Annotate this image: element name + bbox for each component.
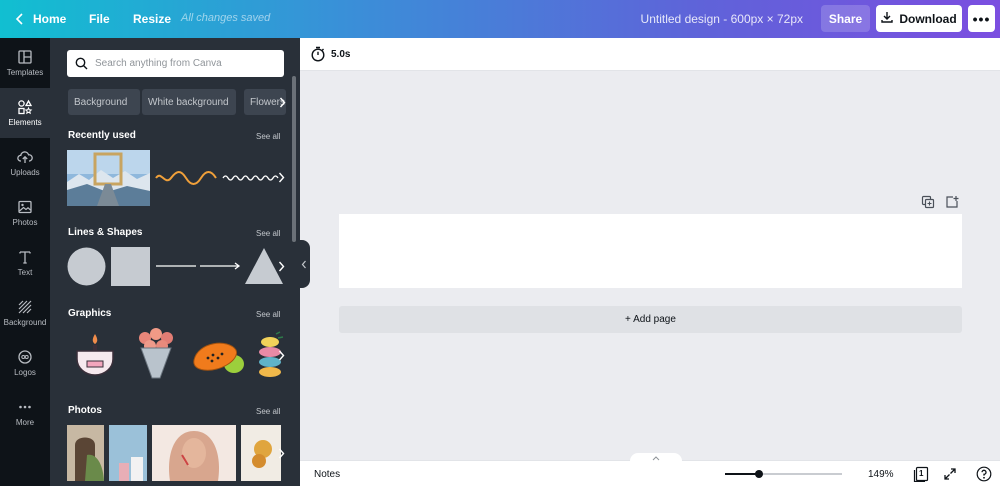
collapse-panel-button[interactable] [298, 240, 310, 288]
photo-thumbnail-blue-wall[interactable] [109, 425, 147, 481]
recent-photo-frame-thumbnail[interactable] [67, 150, 150, 206]
chip-background[interactable]: Background [68, 89, 140, 115]
rail-item-text[interactable]: Text [0, 238, 50, 288]
section-title-recently-used: Recently used [68, 130, 136, 141]
search-box[interactable] [67, 50, 284, 77]
more-options-button[interactable]: ••• [968, 5, 995, 32]
arrow-line-shape[interactable] [200, 261, 242, 271]
rail-item-templates[interactable]: Templates [0, 38, 50, 88]
papaya-graphic[interactable] [190, 336, 246, 376]
section-title-photos: Photos [68, 405, 102, 416]
chip-white-background[interactable]: White background [142, 89, 236, 115]
templates-icon [18, 50, 32, 64]
rail-label-templates: Templates [6, 68, 44, 77]
zoom-slider[interactable] [725, 470, 842, 478]
chevron-right-icon[interactable] [274, 258, 288, 274]
download-label: Download [899, 11, 957, 26]
add-page-icon[interactable] [945, 195, 959, 209]
editor-footer: Notes 149% 1 [300, 453, 1000, 486]
help-icon[interactable] [976, 466, 992, 482]
page-count-button[interactable]: 1 [913, 466, 929, 482]
image-icon [18, 200, 32, 214]
file-menu[interactable]: File [89, 12, 110, 26]
section-title-lines-shapes: Lines & Shapes [68, 227, 143, 238]
chevron-left-icon [301, 260, 306, 268]
save-status: All changes saved [181, 12, 271, 24]
page-count: 1 [919, 469, 924, 478]
section-title-graphics: Graphics [68, 308, 112, 319]
see-all-photos[interactable]: See all [256, 407, 280, 416]
photo-thumbnail-woman-plant[interactable] [67, 425, 104, 481]
chevron-right-icon[interactable] [274, 347, 288, 363]
see-all-lines-shapes[interactable]: See all [256, 229, 280, 238]
design-page-canvas[interactable] [339, 214, 962, 288]
line-shape[interactable] [156, 264, 196, 268]
rail-label-elements: Elements [8, 118, 42, 127]
rail-item-more[interactable]: More [0, 388, 50, 438]
text-icon [19, 251, 31, 264]
duplicate-page-icon[interactable] [921, 195, 935, 209]
rail-label-text: Text [17, 268, 33, 277]
recent-orange-squiggle[interactable] [155, 168, 217, 188]
logo-badge-icon [18, 350, 32, 364]
chevron-right-icon[interactable] [274, 169, 288, 185]
resize-button[interactable]: Resize [133, 12, 171, 26]
add-page-button[interactable]: + Add page [339, 306, 962, 333]
search-input[interactable] [95, 58, 275, 69]
top-bar: Home File Resize All changes saved Untit… [0, 0, 1000, 38]
rail-label-more: More [15, 418, 35, 427]
rail-label-logos: Logos [14, 368, 36, 377]
zoom-slider-fill [725, 473, 759, 475]
rail-item-background[interactable]: Background [0, 288, 50, 338]
rail-label-background: Background [3, 318, 47, 327]
rail-item-logos[interactable]: Logos [0, 338, 50, 388]
hatch-icon [18, 300, 32, 314]
square-shape[interactable] [111, 247, 150, 286]
rail-item-photos[interactable]: Photos [0, 188, 50, 238]
chevron-right-icon[interactable] [275, 94, 289, 110]
duration-value[interactable]: 5.0s [331, 49, 350, 60]
chevron-up-icon [652, 455, 660, 460]
flower-bouquet-graphic[interactable] [133, 326, 179, 382]
timing-bar: 5.0s [300, 38, 1000, 71]
rail-label-photos: Photos [12, 218, 38, 227]
chevron-left-icon[interactable] [10, 9, 30, 29]
recent-white-wave-line[interactable] [222, 171, 282, 185]
expand-pages-button[interactable] [630, 453, 682, 463]
chevron-right-icon[interactable] [274, 445, 288, 461]
rail-item-elements[interactable]: Elements [0, 88, 50, 138]
panel-scrollbar[interactable] [292, 76, 296, 242]
see-all-graphics[interactable]: See all [256, 310, 280, 319]
candle-graphic[interactable] [72, 331, 118, 377]
download-button[interactable]: Download [876, 5, 962, 32]
stopwatch-icon[interactable] [310, 46, 326, 62]
rail-label-uploads: Uploads [10, 168, 40, 177]
elements-panel: Background White background Flowers Rece… [50, 38, 300, 486]
download-icon [881, 11, 894, 26]
photo-thumbnail-woman-hijab[interactable] [152, 425, 236, 481]
search-icon [75, 57, 88, 70]
fullscreen-icon[interactable] [942, 466, 958, 482]
zoom-value[interactable]: 149% [868, 469, 894, 480]
notes-button[interactable]: Notes [314, 469, 340, 480]
elements-icon [18, 99, 33, 115]
share-button[interactable]: Share [821, 5, 870, 32]
left-rail: Templates Elements Uploads Photos Text B… [0, 38, 50, 486]
design-title[interactable]: Untitled design - 600px × 72px [641, 12, 803, 26]
zoom-slider-handle[interactable] [754, 470, 763, 478]
home-button[interactable]: Home [33, 12, 66, 26]
ellipsis-icon [19, 405, 31, 409]
circle-shape[interactable] [67, 247, 106, 286]
upload-cloud-icon [17, 151, 33, 163]
rail-item-uploads[interactable]: Uploads [0, 138, 50, 188]
see-all-recently-used[interactable]: See all [256, 132, 280, 141]
